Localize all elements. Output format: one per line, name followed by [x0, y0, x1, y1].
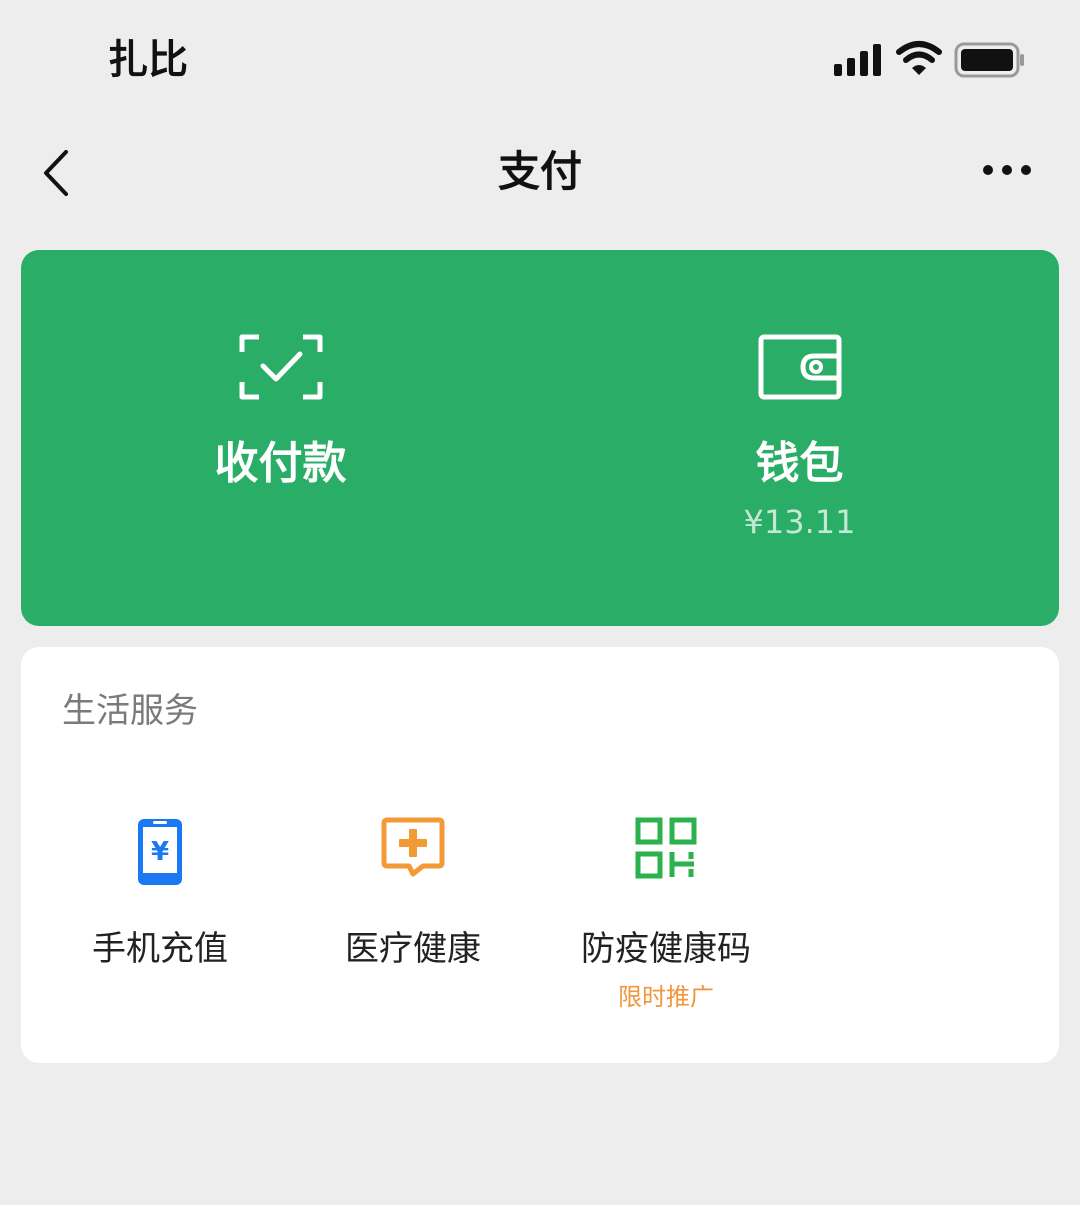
phone-recharge-label: 手机充值	[92, 929, 228, 969]
carrier-name: 扎比	[108, 37, 188, 83]
wallet-button[interactable]: 钱包 ¥13.11	[540, 250, 1059, 626]
nav-bar: 支付	[0, 120, 1080, 230]
medical-health-label: 医疗健康	[345, 929, 481, 969]
life-services-card: 生活服务 ¥ 手机充值 医疗健康 防疫健康码 限时推广	[21, 647, 1059, 1063]
promo-badge: 限时推广	[618, 983, 714, 1011]
section-title: 生活服务	[62, 691, 198, 731]
wallet-label: 钱包	[755, 438, 844, 489]
battery-icon	[954, 42, 1024, 78]
receive-pay-label: 收付款	[214, 438, 347, 489]
more-icon[interactable]	[980, 162, 1034, 178]
svg-text:¥: ¥	[151, 837, 169, 867]
wallet-balance: ¥13.11	[743, 503, 856, 541]
medical-health-button[interactable]: 医疗健康	[283, 817, 543, 1017]
health-code-icon	[635, 817, 697, 879]
pay-card: 收付款 钱包 ¥13.11	[21, 250, 1059, 626]
wifi-icon	[896, 41, 942, 75]
phone-recharge-icon: ¥	[138, 819, 182, 885]
health-code-label: 防疫健康码	[581, 929, 751, 969]
status-bar: 扎比	[0, 0, 1080, 120]
medical-health-icon	[381, 817, 445, 877]
phone-recharge-button[interactable]: ¥ 手机充值	[30, 817, 290, 1017]
page-title: 支付	[497, 147, 582, 196]
scan-check-icon	[239, 334, 322, 400]
receive-pay-button[interactable]: 收付款	[21, 250, 540, 626]
signal-icon	[834, 44, 881, 76]
wallet-icon	[758, 334, 841, 400]
health-code-button[interactable]: 防疫健康码 限时推广	[536, 817, 796, 1017]
